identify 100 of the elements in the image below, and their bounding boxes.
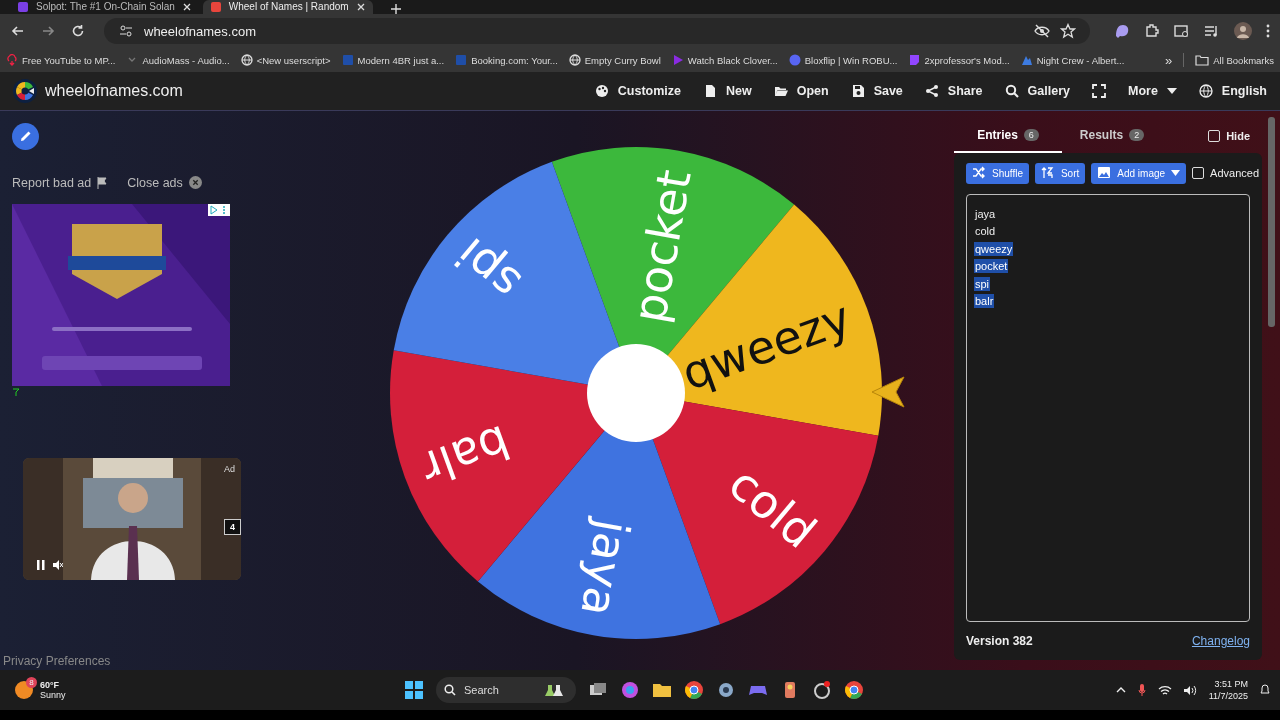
pause-icon[interactable] <box>37 559 45 570</box>
image-icon <box>1097 166 1112 181</box>
wheel-pointer <box>872 374 906 409</box>
close-icon <box>188 176 202 190</box>
bookmark[interactable]: AudioMass - Audio... <box>126 54 230 66</box>
share-icon <box>924 83 939 98</box>
all-bookmarks[interactable]: All Bookmarks <box>1195 54 1274 66</box>
clock[interactable]: 3:51 PM 11/7/2025 <box>1208 679 1248 702</box>
close-icon[interactable] <box>182 3 191 11</box>
globe-icon <box>568 54 581 66</box>
bookmark[interactable]: Night Crew - Albert... <box>1020 54 1125 66</box>
globe-icon <box>240 54 253 66</box>
eye-slash-icon[interactable] <box>1034 23 1050 39</box>
browser-tab[interactable]: Wheel of Names | Random <box>202 0 373 14</box>
menu-button[interactable]: New <box>702 79 752 102</box>
wifi-icon[interactable] <box>1157 684 1172 696</box>
menu-dropdown[interactable]: More <box>1127 79 1177 102</box>
bookmark[interactable]: Bloxflip | Win ROBU... <box>788 54 898 66</box>
extensions-icon[interactable] <box>1144 23 1160 39</box>
sun-icon[interactable] <box>14 680 34 701</box>
media-icon[interactable] <box>1204 23 1220 39</box>
bookmark[interactable]: Free YouTube to MP... <box>6 54 116 66</box>
wheel-hub[interactable] <box>587 343 685 442</box>
add-image-button[interactable]: Add image <box>1091 162 1187 184</box>
count-badge: 2 <box>1129 128 1145 141</box>
clock-date: 11/7/2025 <box>1208 691 1248 702</box>
new-tab-icon[interactable] <box>390 4 401 14</box>
bookmark[interactable]: Watch Black Clover... <box>671 54 778 66</box>
tool-button[interactable]: Shuffle <box>966 162 1029 184</box>
browser-tab[interactable]: Solpot: The #1 On-Chain Solan <box>10 0 199 14</box>
entry-line: jaya <box>974 206 997 221</box>
changelog-link[interactable]: Changelog <box>1191 633 1250 648</box>
panel-tab[interactable]: Results 2 <box>1062 118 1162 153</box>
microphone-icon[interactable] <box>1137 684 1146 697</box>
shuffle-icon <box>972 166 986 181</box>
menu-button[interactable]: Save <box>850 79 903 102</box>
tab-search-icon[interactable] <box>1174 23 1190 39</box>
ad-label: Ad <box>224 463 235 474</box>
address-bar[interactable]: wheelofnames.com <box>104 18 1090 44</box>
cloud-icon <box>6 54 18 66</box>
tool-button[interactable]: Sort <box>1034 162 1086 184</box>
version-label: Version 382 <box>966 633 1033 648</box>
menu-button[interactable]: Open <box>773 79 829 102</box>
menu-button[interactable]: Customize <box>594 79 681 102</box>
slice-label: balr <box>414 414 517 496</box>
site-name: wheelofnames.com <box>45 81 183 100</box>
more-bookmarks-button[interactable]: » <box>1165 52 1173 68</box>
privacy-link[interactable]: Privacy Preferences <box>3 654 111 669</box>
chrome-icon[interactable] <box>844 680 864 701</box>
bookmark[interactable]: 2xprofessor's Mod... <box>908 54 1010 66</box>
volume-icon[interactable] <box>1183 684 1197 696</box>
edit-button[interactable] <box>12 122 39 150</box>
slice-label: spi <box>445 227 531 311</box>
taskbar-search[interactable]: Search <box>436 677 576 704</box>
more-icon[interactable] <box>1266 23 1270 39</box>
palette-icon <box>594 83 609 98</box>
close-ads-link[interactable]: Close ads <box>127 175 202 190</box>
site-icon <box>210 2 221 12</box>
caret-icon <box>1171 170 1181 177</box>
square-icon <box>455 54 468 66</box>
bookmark[interactable]: Booking.com: Your... <box>455 54 558 66</box>
entry-line: cold <box>974 224 997 239</box>
temperature: 60°F <box>40 680 61 691</box>
entries-textarea[interactable]: jaya cold qweezy pocket spi balr <box>966 193 1250 622</box>
report-ad-link[interactable]: Report bad ad <box>12 175 108 190</box>
ad-choices-icon[interactable] <box>208 203 230 216</box>
count-badge: 6 <box>1023 128 1039 141</box>
globe-icon <box>1198 83 1213 98</box>
menu-button[interactable]: Gallery <box>1004 79 1070 102</box>
bookmark[interactable]: <New userscript> <box>240 54 331 66</box>
pencil-icon <box>19 130 32 143</box>
close-icon[interactable] <box>356 3 365 11</box>
hide-checkbox[interactable]: Hide <box>1208 129 1262 142</box>
weather-condition: Sunny <box>40 690 66 701</box>
windows-icon[interactable] <box>404 680 424 701</box>
timer-icon[interactable] <box>812 680 832 701</box>
reload-icon[interactable] <box>70 23 86 39</box>
chevron-up-icon[interactable] <box>1115 687 1126 694</box>
wheel-logo-icon[interactable] <box>13 78 37 103</box>
mute-icon[interactable] <box>53 559 63 570</box>
star-icon[interactable] <box>1060 23 1076 39</box>
menu-button[interactable]: Share <box>924 79 983 102</box>
bookmark[interactable]: Empty Curry Bowl <box>568 54 661 66</box>
save-icon <box>850 83 865 98</box>
chrome-icon[interactable] <box>684 680 704 701</box>
notifications-icon[interactable] <box>1260 684 1270 697</box>
flag-icon <box>97 176 108 189</box>
slice-label: cold <box>718 456 827 559</box>
bookmark[interactable]: Modern 4BR just a... <box>341 54 445 66</box>
folder-icon <box>1195 54 1210 66</box>
site-icon <box>18 2 28 12</box>
menu-button[interactable]: English <box>1198 79 1267 102</box>
search-icon <box>1004 83 1019 98</box>
clock-time: 3:51 PM <box>1214 679 1248 690</box>
site-info-icon <box>118 23 134 39</box>
sort-icon <box>1040 166 1055 181</box>
play-icon <box>671 54 684 66</box>
search-icon <box>444 684 456 697</box>
avatar-icon[interactable] <box>1234 22 1252 40</box>
advanced-checkbox[interactable]: Advanced <box>1192 167 1272 180</box>
